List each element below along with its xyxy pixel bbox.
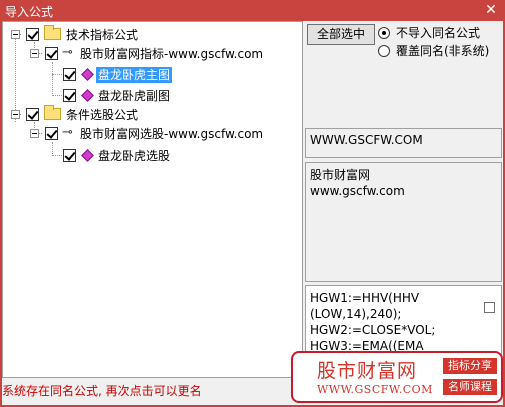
tree-item-tech-indicators[interactable]: 技术指标公式 [3,25,303,44]
tree-item-gscfw-indicators[interactable]: ⊸ 股市财富网指标-www.gscfw.com [3,45,303,63]
description-line: 股市财富网 [310,168,371,182]
gscfw-logo: 股市财富网 WWW.GSCFW.COM 指标分享 名师课程 [291,351,503,403]
tree-item-checkbox[interactable] [45,47,58,60]
tree-item-checkbox[interactable] [63,149,76,162]
tree-item-stock-selection[interactable]: 条件选股公式 [3,105,303,124]
tree-item-checkbox[interactable] [63,89,76,102]
window-title: 导入公式 [5,5,54,19]
tree-item-label: 技术指标公式 [66,28,139,42]
description-line: www.gscfw.com [310,184,405,198]
tree-item-checkbox[interactable] [45,127,58,140]
tree-item-label: 股市财富网指标-www.gscfw.com [80,47,264,61]
tree-item-label: 盘龙卧虎选股 [98,149,171,163]
logo-url: WWW.GSCFW.COM [317,383,433,396]
tree-item-checkbox[interactable] [26,28,39,41]
tree-item-gscfw-selection[interactable]: ⊸ 股市财富网选股-www.gscfw.com [3,125,303,143]
logo-name: 股市财富网 [317,360,418,382]
tree-item-label: 股市财富网选股-www.gscfw.com [80,127,264,141]
import-formula-window: 导入公式 ✕ 技术指标公式 ⊸ 股市财富网指标-www.gscfw.com 盘龙… [0,0,505,407]
formula-description-box: 股市财富网 www.gscfw.com [305,162,502,282]
tree-item-panlong-selection[interactable]: 盘龙卧虎选股 [3,147,303,165]
tree-item-panlong-main[interactable]: 盘龙卧虎主图 [3,66,303,84]
status-message: 系统存在同名公式, 再次点击可以更名 [2,384,202,398]
tree-item-checkbox[interactable] [63,68,76,81]
dialog-client-area: 技术指标公式 ⊸ 股市财富网指标-www.gscfw.com 盘龙卧虎主图 盘龙… [2,21,503,405]
collapse-toggle[interactable] [11,110,20,119]
tree-item-panlong-sub[interactable]: 盘龙卧虎副图 [3,87,303,105]
collapse-toggle[interactable] [30,49,39,58]
folder-icon [44,105,61,120]
code-line: (LOW,14),240); [310,307,402,321]
code-box-checkbox[interactable] [484,302,495,313]
close-icon[interactable]: ✕ [483,2,499,18]
key-icon: ⊸ [62,125,73,140]
radio-label: 覆盖同名(非系统) [396,44,490,58]
radio-button[interactable] [378,45,390,57]
collapse-toggle[interactable] [11,30,20,39]
logo-tag-teacher-course: 名师课程 [443,379,497,395]
tree-item-label: 盘龙卧虎主图 [96,67,173,83]
title-bar[interactable]: 导入公式 ✕ [0,0,505,21]
tree-item-label: 条件选股公式 [66,108,139,122]
key-icon: ⊸ [62,45,73,60]
formula-diamond-icon [81,149,94,162]
tree-item-label: 盘龙卧虎副图 [98,89,171,103]
radio-label: 不导入同名公式 [396,26,481,40]
code-line: HGW2:=CLOSE*VOL; [310,323,436,337]
formula-diamond-icon [81,68,94,81]
folder-icon [44,25,61,40]
formula-diamond-icon [81,89,94,102]
code-line: HGW1:=HHV(HHV [310,291,420,305]
logo-tag-indicator-share: 指标分享 [443,358,497,374]
tree-item-checkbox[interactable] [26,108,39,121]
select-all-button[interactable]: 全部选中 [307,24,375,45]
formula-tree[interactable]: 技术指标公式 ⊸ 股市财富网指标-www.gscfw.com 盘龙卧虎主图 盘龙… [2,21,303,378]
collapse-toggle[interactable] [30,129,39,138]
formula-url-field: WWW.GSCFW.COM [305,128,502,158]
radio-button[interactable] [378,27,390,39]
